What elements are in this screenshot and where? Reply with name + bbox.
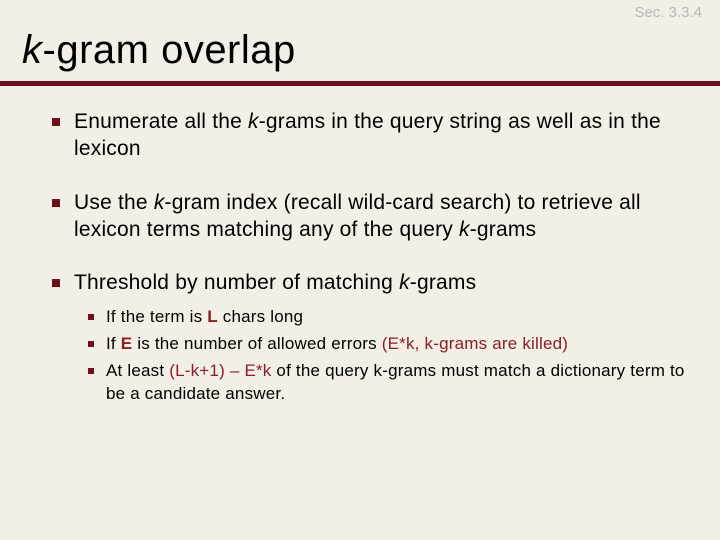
title-rest: -gram overlap [43,28,296,72]
text: -grams [410,271,477,294]
slide-content: Enumerate all the k-grams in the query s… [0,86,720,406]
formula: (L-k+1) – E*k [169,361,271,380]
text: Threshold by number of matching [74,271,399,294]
list-item: If the term is L chars long [88,306,694,329]
bullet-list: Enumerate all the k-grams in the query s… [52,108,694,406]
text: At least [106,361,169,380]
var-L: L [207,307,218,326]
k-italic: k [459,218,470,241]
slide-title: k-gram overlap [0,0,720,73]
text: -grams [470,218,537,241]
list-item: At least (L-k+1) – E*k of the query k-gr… [88,360,694,406]
section-label: Sec. 3.3.4 [634,4,702,21]
k-italic: k [154,191,165,214]
list-item: Threshold by number of matching k-grams … [52,269,694,406]
list-item: If E is the number of allowed errors (E*… [88,333,694,356]
text: is the number of allowed errors [132,334,381,353]
k-italic: k [248,110,259,133]
text: If the term is [106,307,207,326]
list-item: Use the k-gram index (recall wild-card s… [52,189,694,244]
text: Use the [74,191,154,214]
text: chars long [218,307,303,326]
list-item: Enumerate all the k-grams in the query s… [52,108,694,163]
title-k: k [22,28,43,72]
text: Enumerate all the [74,110,248,133]
text: If [106,334,121,353]
var-E: E [121,334,133,353]
note: (E*k, k-grams are killed) [382,334,568,353]
sub-list: If the term is L chars long If E is the … [88,306,694,406]
k-italic: k [399,271,410,294]
